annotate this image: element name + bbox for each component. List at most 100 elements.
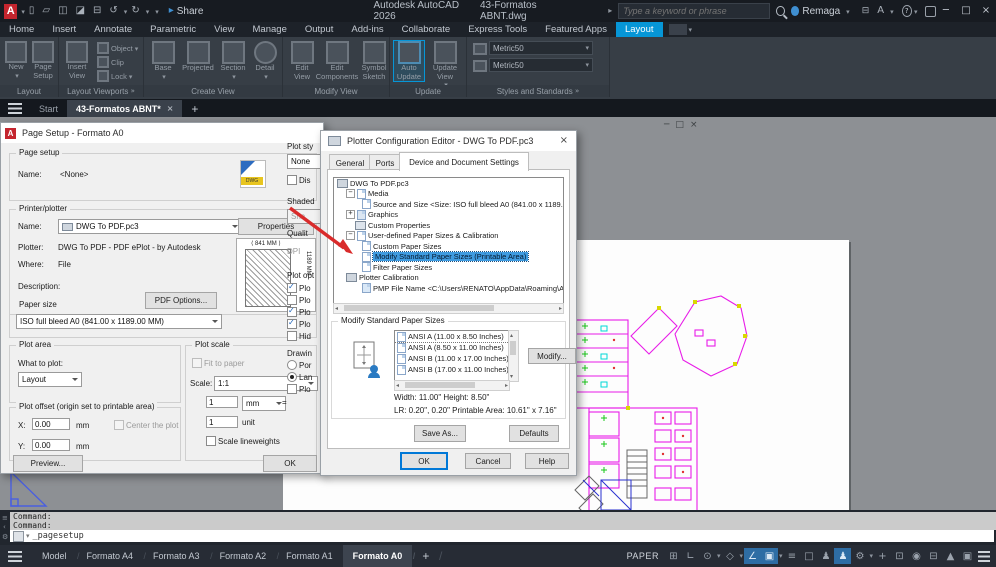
update-view-button[interactable]: Update View — [430, 41, 460, 90]
assistant-icon[interactable] — [925, 5, 936, 17]
tab-express-tools[interactable]: Express Tools — [459, 22, 536, 37]
tab-parametric[interactable]: Parametric — [141, 22, 205, 37]
layout-tab-model[interactable]: Model — [32, 545, 79, 567]
restore-button[interactable]: □ — [956, 0, 976, 22]
polar-tracking-icon[interactable]: ⊙ — [699, 548, 716, 564]
viewport-restore-icon[interactable]: □ — [675, 120, 690, 130]
clean-screen-icon[interactable]: ▣ — [959, 548, 976, 564]
file-tab-menu-icon[interactable] — [8, 103, 22, 114]
panel-label-layout-viewports[interactable]: Layout Viewports » — [59, 85, 143, 97]
tab-home[interactable]: Home — [0, 22, 43, 37]
edit-components-button[interactable]: Edit Components — [315, 41, 359, 81]
tab-overflow-dropdown[interactable] — [687, 24, 693, 35]
scale-unit-combo[interactable]: mm — [242, 396, 286, 411]
layout-tab-formato-a0[interactable]: Formato A0 — [342, 545, 415, 567]
tree-item-pmp-file[interactable]: PMP File Name <C:\Users\RENATO\AppData\R… — [334, 283, 563, 294]
section-view-dropdown[interactable] — [230, 73, 236, 82]
plot-option-5-checkbox[interactable] — [287, 331, 297, 341]
offset-y-input[interactable] — [32, 439, 70, 451]
workspace-gear-icon[interactable]: ⚙ — [851, 548, 868, 564]
tab-layout[interactable]: Layout — [615, 22, 663, 37]
panel-label-update[interactable]: Update — [390, 85, 466, 97]
tree-item-modify-standard[interactable]: Modify Standard Paper Sizes (Printable A… — [334, 251, 563, 263]
plot-option-2-checkbox[interactable] — [287, 295, 297, 305]
new-layout-dropdown[interactable] — [13, 72, 19, 81]
tab-output[interactable]: Output — [296, 22, 343, 37]
minimize-button[interactable]: ─ — [936, 0, 956, 22]
redo-dropdown[interactable] — [144, 6, 150, 17]
viewport-close-icon[interactable]: × — [690, 120, 704, 130]
tab-annotate[interactable]: Annotate — [85, 22, 141, 37]
viewport-lock-button[interactable]: Lock — [97, 70, 132, 82]
fit-to-paper-checkbox[interactable] — [192, 358, 202, 368]
annotation-visibility-icon[interactable]: ♟ — [817, 548, 834, 564]
lineweight-icon[interactable]: ≡ — [783, 548, 800, 564]
tree-item-source-size[interactable]: Source and Size <Size: ISO full bleed A0… — [334, 199, 563, 210]
plot-status-icon[interactable]: ⊟ — [925, 548, 942, 564]
paper-space-indicator[interactable]: PAPER — [627, 551, 659, 561]
new-file-icon[interactable]: ▯ — [29, 6, 35, 16]
paper-size-item[interactable]: ANSI A (11.00 x 8.50 Inches) — [395, 331, 509, 343]
section-view-button[interactable]: Section — [218, 41, 248, 81]
what-to-plot-combo[interactable]: Layout — [18, 372, 82, 387]
paper-size-combo[interactable]: ISO full bleed A0 (841.00 x 1189.00 MM) — [16, 314, 222, 329]
viewport-clip-button[interactable]: Clip — [97, 56, 124, 68]
base-view-button[interactable]: Base — [148, 41, 178, 81]
paper-size-item[interactable]: ANSI A (8.50 x 11.00 Inches) — [395, 342, 509, 353]
offset-x-input[interactable] — [32, 418, 70, 430]
layout-tab-formato-a4[interactable]: Formato A4 — [77, 545, 146, 567]
search-collapse-icon[interactable]: ▸ — [608, 7, 612, 15]
viewport-object-button[interactable]: Object — [97, 42, 138, 54]
page-setup-ok-button[interactable]: OK — [263, 455, 317, 472]
plot-option-4-checkbox[interactable] — [287, 318, 297, 329]
symbol-sketch-button[interactable]: Symbol Sketch — [359, 41, 389, 81]
plot-upside-down-checkbox[interactable] — [287, 384, 297, 394]
viewport-window-controls[interactable]: ─□× — [664, 121, 703, 130]
graphics-performance-icon[interactable]: ▲ — [942, 548, 959, 564]
paper-size-list[interactable]: ANSI A (11.00 x 8.50 Inches) ANSI A (8.5… — [394, 330, 510, 382]
plotter-help-button[interactable]: Help — [525, 453, 569, 469]
autodesk-dropdown[interactable] — [888, 6, 894, 17]
status-menu-icon[interactable] — [978, 550, 990, 562]
close-button[interactable]: × — [976, 0, 996, 22]
selection-cycling-icon[interactable]: □ — [800, 548, 817, 564]
tab-view[interactable]: View — [205, 22, 243, 37]
expand-icon[interactable]: + — [346, 210, 355, 220]
layout-menu-icon[interactable] — [8, 550, 22, 562]
new-layout-button[interactable]: New — [1, 41, 31, 80]
user-name[interactable]: Remaga — [802, 6, 840, 17]
projected-view-button[interactable]: Projected — [180, 41, 216, 73]
tab-manage[interactable]: Manage — [244, 22, 296, 37]
command-history-icon[interactable]: ≡ — [2, 514, 8, 522]
plot-option-3-checkbox[interactable] — [287, 306, 297, 317]
style-combo-1[interactable]: Metric50 — [489, 41, 593, 55]
modify-button[interactable]: Modify... — [528, 348, 576, 364]
open-file-icon[interactable]: ▱ — [42, 6, 50, 16]
customize-plus-icon[interactable]: + — [874, 548, 891, 564]
detail-view-dropdown[interactable] — [262, 73, 268, 82]
tree-item-root[interactable]: DWG To PDF.pc3 — [334, 178, 563, 189]
style-combo-2[interactable]: Metric50 — [489, 58, 593, 72]
tree-h-scrollbar[interactable]: ◂ ▸ — [333, 303, 564, 314]
panel-overflow-icon[interactable]: » — [131, 87, 135, 95]
viewport-object-dropdown[interactable] — [133, 44, 139, 53]
file-tab-close-icon[interactable]: × — [167, 104, 174, 113]
snap-icon[interactable]: ⊞ — [665, 548, 682, 564]
osnap-icon[interactable]: ∠ — [743, 548, 761, 564]
isodraft-dropdown[interactable]: ▾ — [739, 552, 743, 560]
user-avatar[interactable] — [791, 6, 800, 16]
tree-item-custom-properties[interactable]: Custom Properties — [334, 220, 563, 231]
paper-size-item[interactable]: ANSI B (17.00 x 11.00 Inches) — [395, 364, 509, 375]
undo-icon[interactable]: ↺ — [109, 6, 117, 16]
autodesk-a-icon[interactable]: A — [877, 6, 884, 16]
cart-icon[interactable]: ⊟ — [862, 6, 870, 16]
auto-update-button[interactable]: Auto Update — [393, 39, 425, 83]
plotter-cancel-button[interactable]: Cancel — [465, 453, 511, 469]
plot-icon[interactable]: ⊟ — [93, 6, 101, 16]
plotter-ok-button[interactable]: OK — [400, 452, 448, 470]
page-setup-button[interactable]: Page Setup — [28, 41, 58, 80]
paper-size-item[interactable]: ANSI B (11.00 x 17.00 Inches) — [395, 353, 509, 364]
autocad-logo-icon[interactable]: A — [4, 3, 18, 19]
viewport-lock-dropdown[interactable] — [127, 72, 133, 81]
layout-tab-formato-a2[interactable]: Formato A2 — [210, 545, 279, 567]
